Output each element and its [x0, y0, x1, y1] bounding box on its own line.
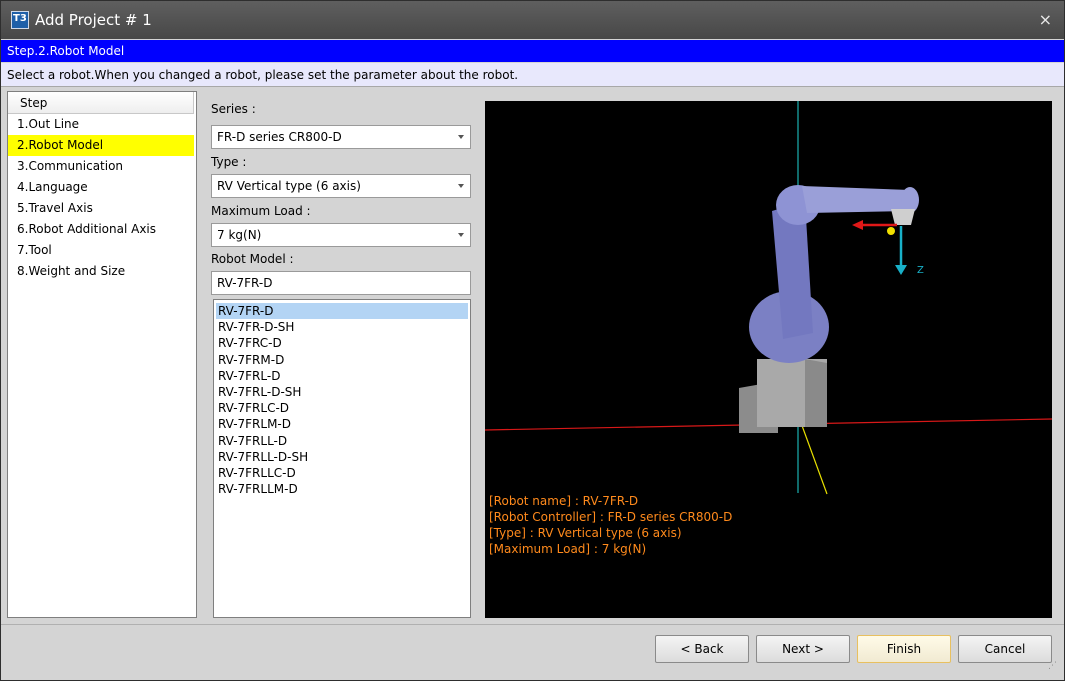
model-list-item[interactable]: RV-7FRLL-D-SH — [216, 449, 468, 465]
steps-header: Step — [8, 92, 194, 114]
title-bar[interactable]: Add Project # 1 × — [1, 1, 1064, 39]
model-list-item[interactable]: RV-7FRLLC-D — [216, 465, 468, 481]
max-load-select[interactable]: 7 kg(N) — [211, 223, 471, 247]
step-item[interactable]: 3.Communication — [8, 156, 196, 177]
model-list-item[interactable]: RV-7FRM-D — [216, 352, 468, 368]
close-icon[interactable]: × — [1039, 10, 1052, 29]
max-load-value: 7 kg(N) — [217, 228, 262, 242]
model-list-item[interactable]: RV-7FRLC-D — [216, 400, 468, 416]
type-select[interactable]: RV Vertical type (6 axis) — [211, 174, 471, 198]
add-project-dialog: Add Project # 1 × Step.2.Robot Model Sel… — [0, 0, 1065, 681]
robot-model-list[interactable]: RV-7FR-D RV-7FR-D-SH RV-7FRC-D RV-7FRM-D RV-… — [213, 299, 471, 618]
step-item[interactable]: 5.Travel Axis — [8, 198, 196, 219]
chevron-down-icon — [458, 184, 464, 188]
model-list-item[interactable]: RV-7FRC-D — [216, 335, 468, 351]
step-item[interactable]: 8.Weight and Size — [8, 261, 196, 282]
window-title: Add Project # 1 — [35, 11, 152, 29]
steps-list: Step 1.Out Line 2.Robot Model 3.Communicat… — [7, 91, 197, 618]
back-button[interactable]: < Back — [655, 635, 749, 663]
robot-arm-icon — [739, 185, 919, 433]
model-list-item[interactable]: RV-7FR-D-SH — [216, 319, 468, 335]
step-item[interactable]: 2.Robot Model — [8, 135, 194, 156]
info-maximum-load: [Maximum Load] : 7 kg(N) — [489, 542, 647, 556]
resize-grip-icon[interactable]: ⋰ — [1048, 662, 1060, 676]
step-item[interactable]: 6.Robot Additional Axis — [8, 219, 196, 240]
step-item[interactable]: 1.Out Line — [8, 114, 196, 135]
chevron-down-icon — [458, 233, 464, 237]
step-item[interactable]: 7.Tool — [8, 240, 196, 261]
model-list-item[interactable]: RV-7FRL-D-SH — [216, 384, 468, 400]
robot-3d-viewport[interactable]: Z [Robot name] : RV-7FR-D [Robot Control… — [485, 101, 1052, 618]
model-list-item[interactable]: RV-7FRLM-D — [216, 416, 468, 432]
cancel-button[interactable]: Cancel — [958, 635, 1052, 663]
model-list-item[interactable]: RV-7FR-D — [216, 303, 468, 320]
model-list-item[interactable]: RV-7FRLLM-D — [216, 481, 468, 497]
instruction-text: Select a robot.When you changed a robot,… — [1, 63, 1064, 87]
next-button[interactable]: Next > — [756, 635, 850, 663]
series-label: Series : — [211, 102, 256, 116]
info-robot-controller: [Robot Controller] : FR-D series CR800-D — [489, 510, 733, 524]
series-select[interactable]: FR-D series CR800-D — [211, 125, 471, 149]
finish-button[interactable]: Finish — [857, 635, 951, 663]
robot-model-input[interactable] — [211, 271, 471, 295]
info-robot-name: [Robot name] : RV-7FR-D — [489, 494, 639, 508]
chevron-down-icon — [458, 135, 464, 139]
footer-divider — [1, 624, 1064, 625]
series-value: FR-D series CR800-D — [217, 130, 342, 144]
max-load-label: Maximum Load : — [211, 204, 311, 218]
info-type: [Type] : RV Vertical type (6 axis) — [489, 526, 682, 540]
step-heading: Step.2.Robot Model — [1, 40, 1064, 62]
type-value: RV Vertical type (6 axis) — [217, 179, 361, 193]
z-axis-label: Z — [917, 265, 924, 276]
app-icon — [11, 11, 29, 29]
model-list-item[interactable]: RV-7FRL-D — [216, 368, 468, 384]
model-list-item[interactable]: RV-7FRLL-D — [216, 433, 468, 449]
robot-model-label: Robot Model : — [211, 252, 294, 266]
type-label: Type : — [211, 155, 247, 169]
step-item[interactable]: 4.Language — [8, 177, 196, 198]
robot-3d-view: Z — [485, 101, 1052, 495]
